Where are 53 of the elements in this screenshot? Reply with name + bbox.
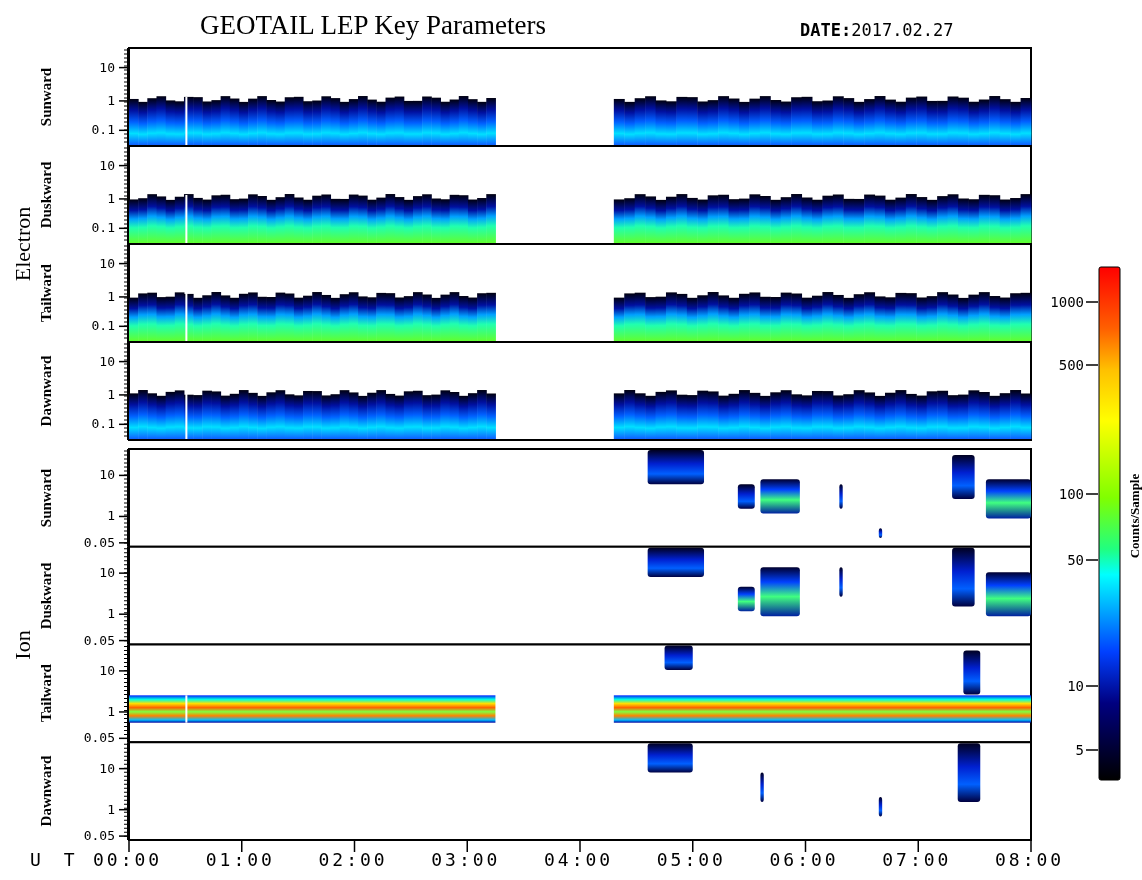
date-label: DATE:2017.02.27 [800,22,954,39]
y-tick-label: 10 [98,60,115,74]
plot-title: GEOTAIL LEP Key Parameters [200,12,546,39]
x-tick-label: 02:00 [318,851,388,869]
x-tick-label: 08:00 [995,851,1065,869]
y-tick-label: 10 [98,761,115,775]
y-tick-label: 0.05 [82,829,115,843]
panel-label: Sunward [38,67,54,127]
y-tick-label: 1 [106,387,115,401]
y-tick-label: 0.05 [82,633,115,647]
panel-label: Tailward [38,264,54,322]
x-tick-label: 01:00 [205,851,275,869]
x-tick-label: 04:00 [544,851,614,869]
y-tick-label: 10 [98,663,115,677]
panel-label: Dawnward [38,355,54,427]
y-tick-label: 0.1 [90,319,115,333]
y-tick-label: 10 [98,468,115,482]
colorbar-tick-label: 10 [1066,679,1084,693]
group-label: Ion [12,629,34,660]
group-label: Electron [12,206,34,282]
colorbar-title: Counts/Sample [1127,473,1141,559]
y-tick-label: 10 [98,566,115,580]
x-tick-label: 05:00 [656,851,726,869]
panel-label: Duskward [38,562,54,629]
y-tick-label: 0.1 [90,221,115,235]
colorbar-tick-label: 5 [1074,743,1084,757]
y-tick-label: 0.05 [82,731,115,745]
y-tick-label: 0.1 [90,123,115,137]
y-tick-label: 10 [98,158,115,172]
y-tick-label: 1 [106,607,115,621]
x-tick-label: 03:00 [431,851,501,869]
y-tick-label: 0.05 [82,535,115,549]
y-tick-label: 10 [98,354,115,368]
y-tick-label: 1 [106,509,115,523]
colorbar-tick-label: 50 [1066,553,1084,567]
y-tick-label: 0.1 [90,417,115,431]
x-tick-label: 07:00 [882,851,952,869]
y-tick-label: 10 [98,256,115,270]
y-tick-label: 1 [106,289,115,303]
x-tick-label: 06:00 [769,851,839,869]
panel-label: Dawnward [38,755,54,827]
y-tick-label: 1 [106,93,115,107]
colorbar-tick-label: 1000 [1049,295,1084,309]
y-tick-label: 1 [106,704,115,718]
colorbar-tick-label: 500 [1057,358,1084,372]
panel-label: Tailward [38,664,54,723]
colorbar-tick-label: 100 [1057,487,1084,501]
x-tick-label: 00:00 [93,851,163,869]
x-axis-label: U T [30,851,81,869]
y-tick-label: 1 [106,802,115,816]
panel-label: Duskward [38,161,54,229]
panel-label: Sunward [38,468,54,528]
y-tick-label: 1 [106,191,115,205]
